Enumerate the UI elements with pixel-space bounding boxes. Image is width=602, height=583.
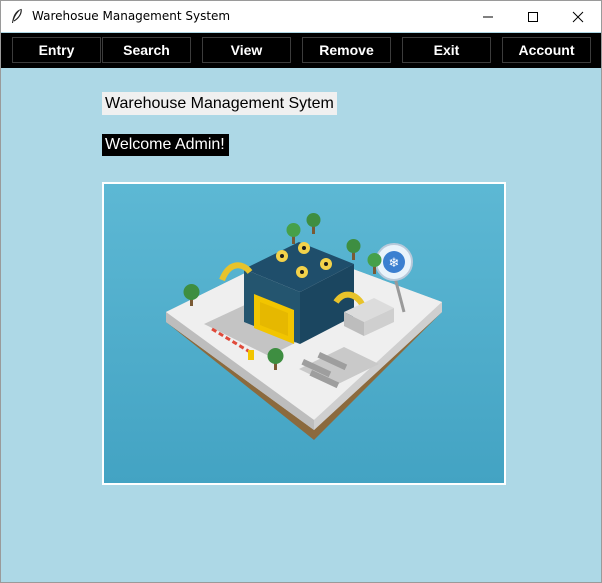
window-title: Warehosue Management System: [32, 9, 231, 23]
title-bar[interactable]: Warehosue Management System: [1, 1, 601, 32]
remove-button[interactable]: Remove: [302, 37, 391, 63]
minimize-button[interactable]: [465, 1, 511, 32]
search-button[interactable]: Search: [102, 37, 191, 63]
maximize-button[interactable]: [510, 1, 556, 32]
close-icon: [572, 11, 584, 23]
entry-button[interactable]: Entry: [12, 37, 101, 63]
maximize-icon: [528, 12, 538, 22]
exit-button[interactable]: Exit: [402, 37, 491, 63]
app-window: Warehosue Management System Entry Search…: [0, 0, 602, 583]
account-button[interactable]: Account: [502, 37, 591, 63]
nav-bar: Entry Search View Remove Exit Account: [1, 33, 601, 68]
warehouse-illustration: ❄: [102, 182, 506, 485]
view-button[interactable]: View: [202, 37, 291, 63]
page-heading: Warehouse Management Sytem: [102, 92, 337, 115]
welcome-label: Welcome Admin!: [102, 134, 229, 156]
feather-icon: [12, 8, 22, 23]
minimize-icon: [483, 16, 493, 18]
svg-text:❄: ❄: [389, 256, 400, 271]
close-button[interactable]: [555, 1, 601, 32]
main-content: Warehouse Management Sytem Welcome Admin…: [1, 68, 601, 583]
